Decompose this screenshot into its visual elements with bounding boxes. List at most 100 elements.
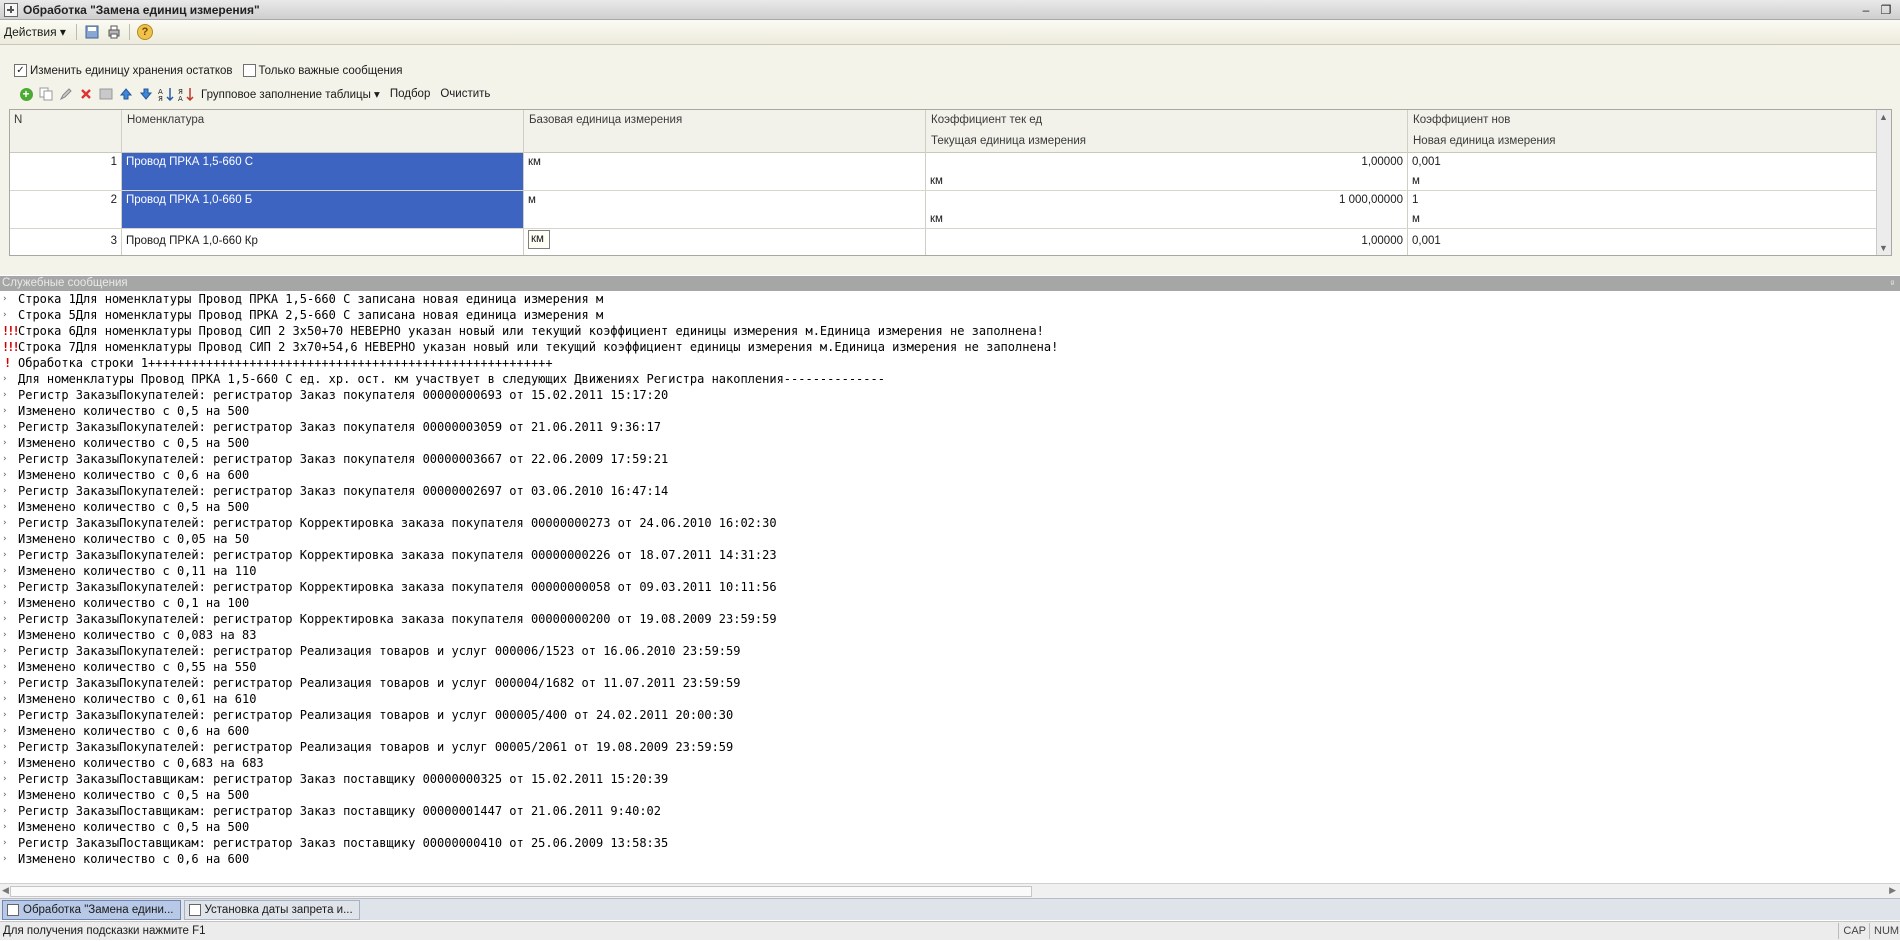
message-line[interactable]: !!! Строка 6Для номенклатуры Провод СИП 2…: [0, 323, 1900, 339]
message-line[interactable]: › Регистр ЗаказыПокупателей: регистратор …: [0, 739, 1900, 755]
message-line[interactable]: › Изменено количество с 0,083 на 83: [0, 627, 1900, 643]
message-line[interactable]: › Изменено количество с 0,6 на 600: [0, 467, 1900, 483]
message-line[interactable]: › Изменено количество с 0,05 на 50: [0, 531, 1900, 547]
scroll-up-icon[interactable]: ▲: [1879, 112, 1888, 122]
message-line[interactable]: › Регистр ЗаказыПоставщикам: регистратор …: [0, 771, 1900, 787]
cell-n[interactable]: 1: [10, 153, 121, 172]
cell-coef-current[interactable]: 1 000,00000: [926, 191, 1407, 210]
copy-row-icon[interactable]: [36, 85, 56, 103]
scroll-right-icon[interactable]: ▶: [1889, 885, 1896, 896]
scroll-down-icon[interactable]: ▼: [1879, 243, 1888, 253]
info-marker-icon: ›: [2, 742, 8, 752]
message-line[interactable]: › Регистр ЗаказыПокупателей: регистратор …: [0, 707, 1900, 723]
cell-base-unit-editing[interactable]: км: [528, 230, 550, 249]
cell-new-unit[interactable]: м: [1408, 210, 1876, 229]
message-line[interactable]: › Регистр ЗаказыПокупателей: регистратор …: [0, 451, 1900, 467]
sort-ascending-icon[interactable]: AЯ: [156, 85, 176, 103]
end-edit-icon[interactable]: [96, 85, 116, 103]
message-line[interactable]: › Изменено количество с 0,5 на 500: [0, 435, 1900, 451]
message-line[interactable]: › Изменено количество с 0,55 на 550: [0, 659, 1900, 675]
cell-current-unit[interactable]: км: [926, 210, 1407, 229]
message-line[interactable]: ! Обработка строки 1+++++++++++++++++++++…: [0, 355, 1900, 371]
scroll-left-icon[interactable]: ◀: [2, 885, 9, 896]
message-line[interactable]: › Изменено количество с 0,5 на 500: [0, 787, 1900, 803]
message-line[interactable]: › Для номенклатуры Провод ПРКА 1,5-660 С …: [0, 371, 1900, 387]
add-row-icon[interactable]: +: [16, 85, 36, 103]
clear-button[interactable]: Очистить: [435, 88, 495, 100]
message-line[interactable]: › Изменено количество с 0,6 на 600: [0, 851, 1900, 867]
sort-descending-icon[interactable]: ЯA: [176, 85, 196, 103]
cell-n[interactable]: 2: [10, 191, 121, 210]
message-line[interactable]: › Регистр ЗаказыПокупателей: регистратор …: [0, 643, 1900, 659]
move-down-icon[interactable]: [136, 85, 156, 103]
restore-button[interactable]: ❐: [1878, 3, 1894, 17]
cell-coef-new[interactable]: 0,001: [1408, 232, 1876, 251]
checkbox-box[interactable]: [242, 64, 256, 77]
save-icon[interactable]: [84, 24, 100, 40]
change-unit-checkbox[interactable]: ✓ Изменить единицу хранения остатков: [14, 64, 233, 77]
message-line[interactable]: › Изменено количество с 0,1 на 100: [0, 595, 1900, 611]
taskbar-window-button[interactable]: Обработка "Замена едини...: [2, 899, 181, 920]
message-line[interactable]: › Регистр ЗаказыПоставщикам: регистратор …: [0, 835, 1900, 851]
actions-menu[interactable]: Действия ▾: [0, 25, 72, 39]
group-fill-button[interactable]: Групповое заполнение таблицы ▾: [196, 87, 385, 101]
message-line[interactable]: › Изменено количество с 0,61 на 610: [0, 691, 1900, 707]
edit-row-icon[interactable]: [56, 85, 76, 103]
cell-n[interactable]: 3: [10, 232, 121, 251]
message-line[interactable]: › Регистр ЗаказыПокупателей: регистратор …: [0, 515, 1900, 531]
cell-coef-current[interactable]: 1,00000: [926, 232, 1407, 251]
cell-current-unit[interactable]: км: [926, 172, 1407, 191]
message-line[interactable]: › Изменено количество с 0,5 на 500: [0, 499, 1900, 515]
message-line[interactable]: › Изменено количество с 0,5 на 500: [0, 819, 1900, 835]
message-line[interactable]: › Регистр ЗаказыПокупателей: регистратор …: [0, 483, 1900, 499]
message-line[interactable]: › Изменено количество с 0,683 на 683: [0, 755, 1900, 771]
help-icon[interactable]: ?: [136, 24, 153, 40]
minimize-button[interactable]: –: [1858, 3, 1874, 17]
message-line[interactable]: › Регистр ЗаказыПокупателей: регистратор …: [0, 611, 1900, 627]
cell-nomenclature[interactable]: Провод ПРКА 1,0-660 Б: [122, 191, 523, 228]
pick-button[interactable]: Подбор: [385, 88, 436, 100]
cell-coef-new[interactable]: 0,001: [1408, 153, 1876, 172]
message-line[interactable]: › Регистр ЗаказыПокупателей: регистратор …: [0, 675, 1900, 691]
cell-coef-current[interactable]: 1,00000: [926, 153, 1407, 172]
column-header-n[interactable]: N: [10, 110, 120, 131]
messages-horizontal-scrollbar[interactable]: ◀ ▶: [0, 883, 1900, 898]
cell-nomenclature[interactable]: Провод ПРКА 1,0-660 Кр: [122, 232, 523, 251]
cell-coef-new[interactable]: 1: [1408, 191, 1876, 210]
message-line[interactable]: › Регистр ЗаказыПокупателей: регистратор …: [0, 419, 1900, 435]
message-line[interactable]: › Регистр ЗаказыПоставщикам: регистратор …: [0, 803, 1900, 819]
cell-nomenclature[interactable]: Провод ПРКА 1,5-660 С: [122, 153, 523, 190]
message-line[interactable]: › Изменено количество с 0,11 на 110: [0, 563, 1900, 579]
column-header-coef-new[interactable]: Коэффициент нов: [1409, 110, 1869, 131]
message-line[interactable]: › Регистр ЗаказыПокупателей: регистратор …: [0, 579, 1900, 595]
messages-list[interactable]: › Строка 1Для номенклатуры Провод ПРКА 1,…: [0, 291, 1900, 883]
message-line[interactable]: !!! Строка 7Для номенклатуры Провод СИП 2…: [0, 339, 1900, 355]
table-row[interactable]: 1 Провод ПРКА 1,5-660 С км 1,00000 км 0,…: [10, 153, 1876, 191]
cell-new-unit[interactable]: м: [1408, 172, 1876, 191]
column-header-nomenclature[interactable]: Номенклатура: [123, 110, 523, 131]
table-vertical-scrollbar[interactable]: ▲ ▼: [1876, 110, 1891, 255]
message-line[interactable]: › Изменено количество с 0,6 на 600: [0, 723, 1900, 739]
message-line[interactable]: › Строка 1Для номенклатуры Провод ПРКА 1,…: [0, 291, 1900, 307]
column-header-new-unit[interactable]: Новая единица измерения: [1409, 131, 1869, 152]
important-only-checkbox[interactable]: Только важные сообщения: [242, 64, 403, 77]
message-line[interactable]: › Изменено количество с 0,5 на 500: [0, 403, 1900, 419]
print-icon[interactable]: [106, 24, 122, 40]
table-row[interactable]: 3 Провод ПРКА 1,0-660 Кр км 1,00000 0,00…: [10, 229, 1876, 255]
cell-base-unit[interactable]: м: [524, 191, 925, 210]
column-header-current-unit[interactable]: Текущая единица измерения: [927, 131, 1407, 152]
message-line[interactable]: › Регистр ЗаказыПокупателей: регистратор …: [0, 547, 1900, 563]
column-header-base-unit[interactable]: Базовая единица измерения: [525, 110, 925, 131]
column-header-coef-current[interactable]: Коэффициент тек ед: [927, 110, 1407, 131]
pin-icon[interactable]: ᵍ: [1891, 276, 1894, 291]
message-line[interactable]: › Регистр ЗаказыПокупателей: регистратор …: [0, 387, 1900, 403]
checkbox-box[interactable]: ✓: [14, 64, 27, 77]
delete-row-icon[interactable]: [76, 85, 96, 103]
change-unit-label: Изменить единицу хранения остатков: [30, 64, 233, 77]
scrollbar-thumb[interactable]: [10, 886, 1032, 897]
cell-base-unit[interactable]: км: [524, 153, 925, 172]
table-row[interactable]: 2 Провод ПРКА 1,0-660 Б м 1 000,00000 км…: [10, 191, 1876, 229]
move-up-icon[interactable]: [116, 85, 136, 103]
message-line[interactable]: › Строка 5Для номенклатуры Провод ПРКА 2,…: [0, 307, 1900, 323]
taskbar-window-button[interactable]: Установка даты запрета и...: [183, 899, 360, 920]
